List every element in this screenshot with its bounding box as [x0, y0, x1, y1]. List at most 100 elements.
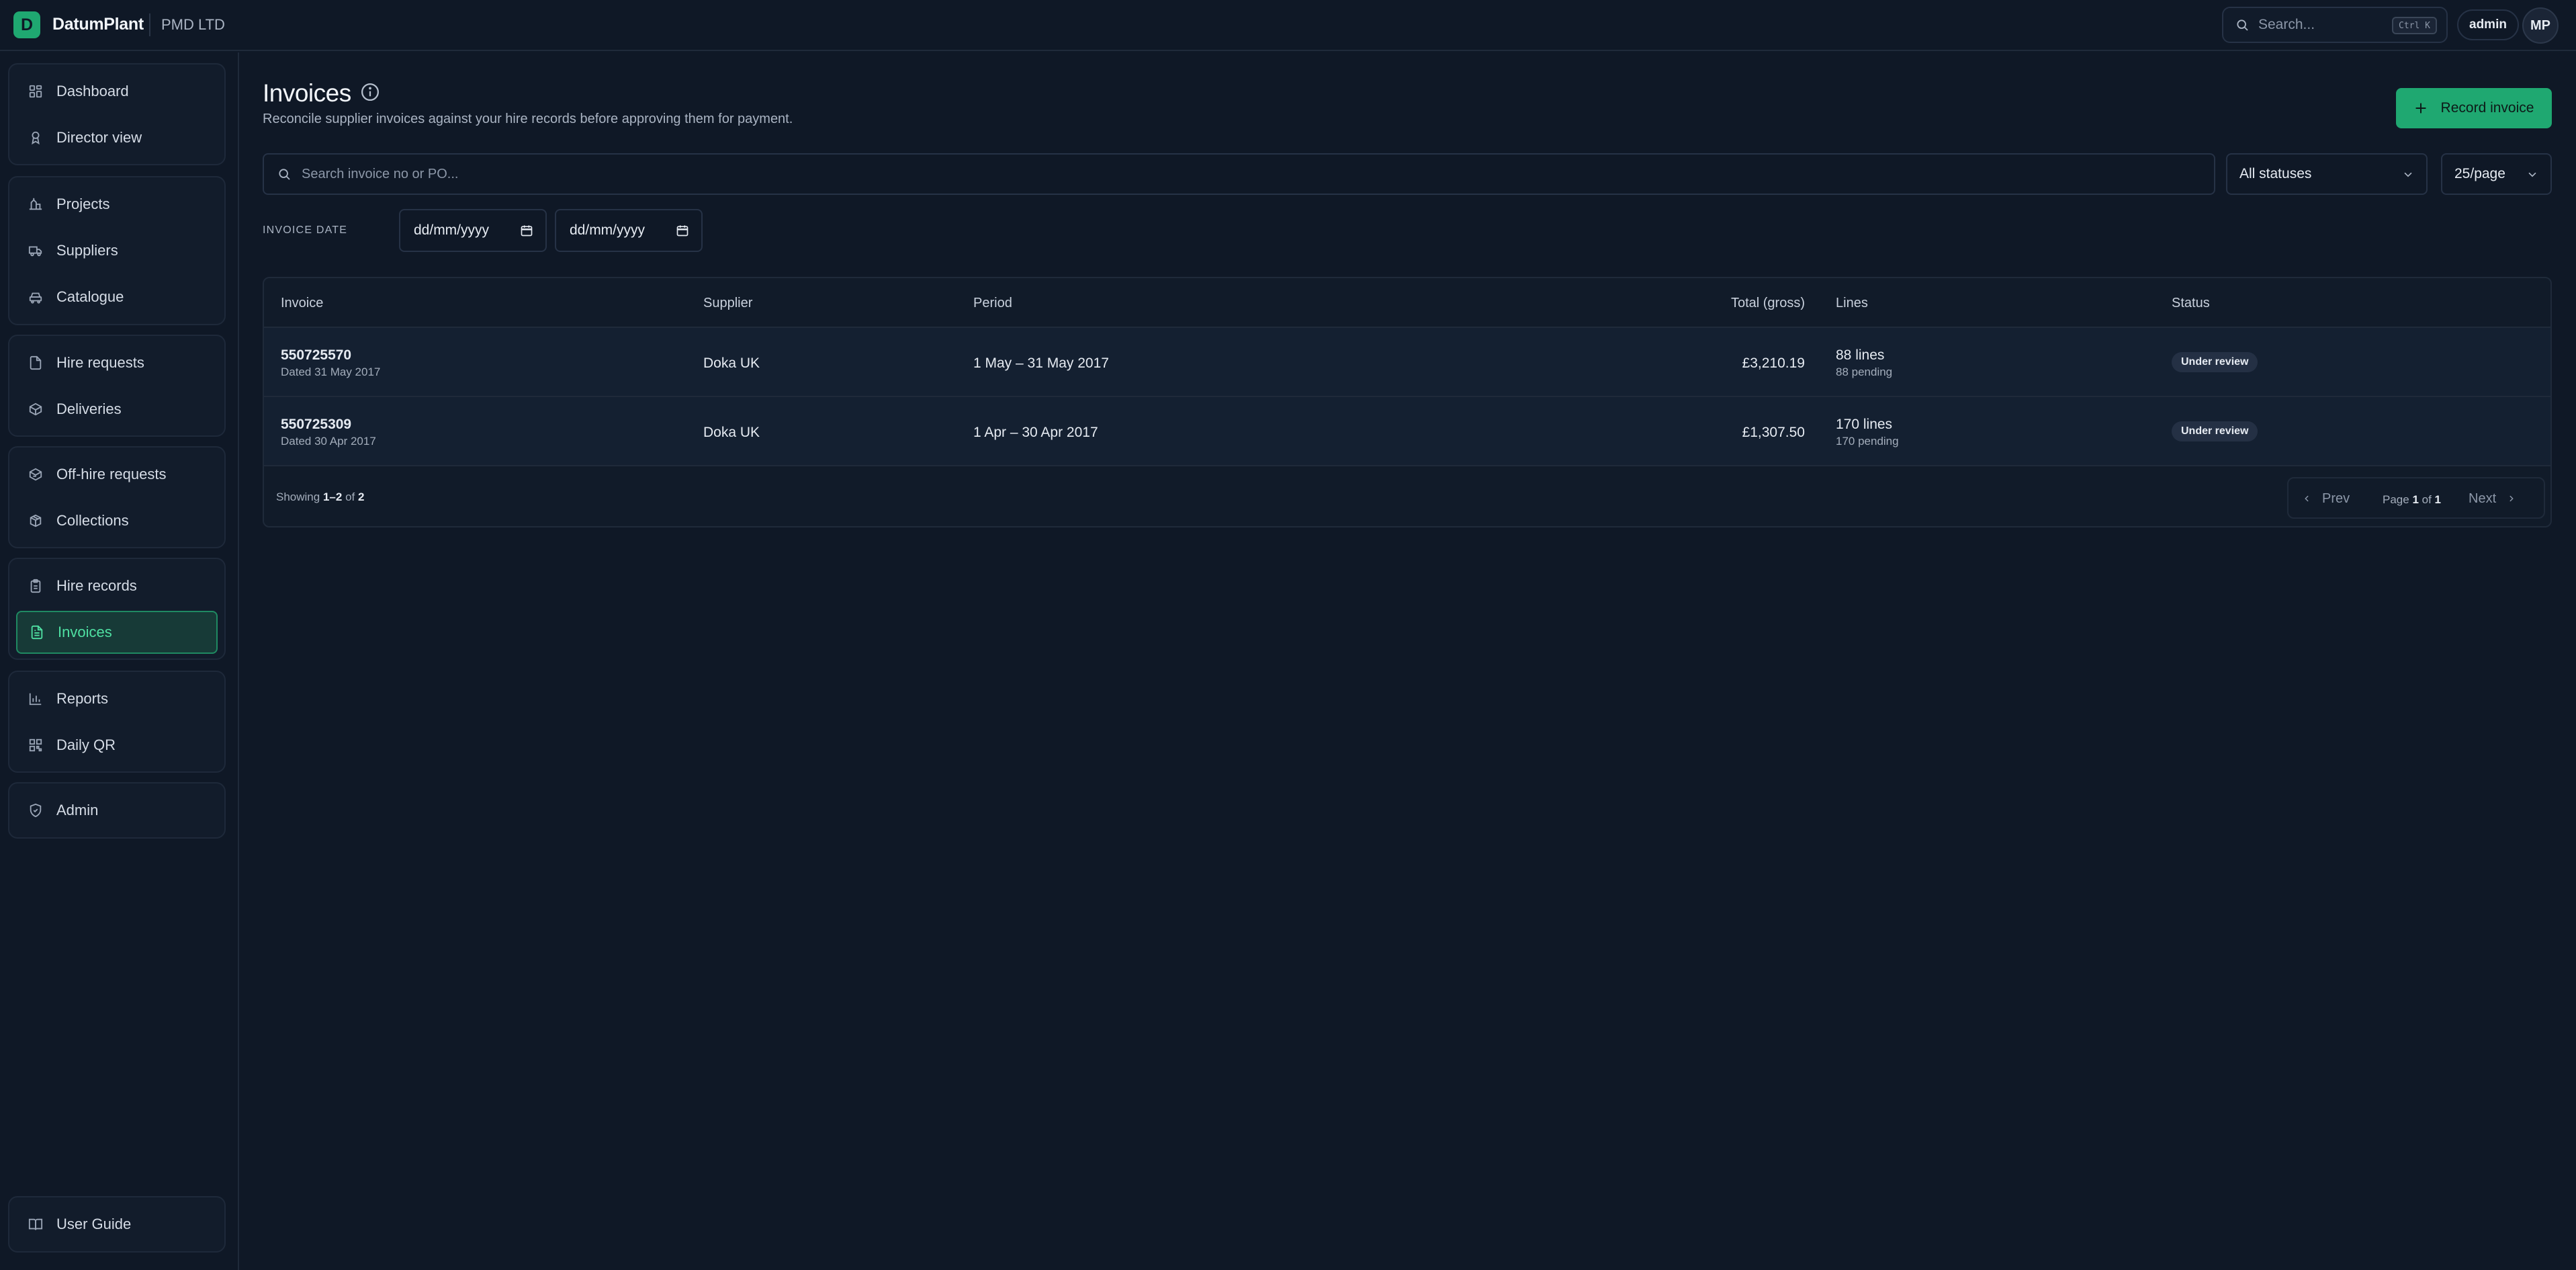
global-search-button[interactable]: Search... Ctrl K: [2222, 7, 2448, 43]
brand-logo[interactable]: D: [13, 11, 40, 38]
sidebar-item-admin[interactable]: Admin: [16, 789, 218, 832]
chevron-right-icon: [2510, 495, 2514, 502]
date-to-input[interactable]: dd/mm/yyyy: [555, 209, 703, 252]
qr-icon: [29, 738, 42, 752]
next-label: Next: [2469, 491, 2497, 506]
date-to-value: dd/mm/yyyy: [570, 222, 646, 238]
table-row[interactable]: 550725570 Dated 31 May 2017 Doka UK 1 Ma…: [264, 328, 2550, 397]
next-page-button[interactable]: Next: [2460, 485, 2524, 512]
sidebar-item-label: Hire records: [56, 577, 137, 594]
sidebar-item-catalogue[interactable]: Catalogue: [16, 276, 218, 319]
calendar-icon[interactable]: [676, 224, 689, 237]
sidebar-item-label: Daily QR: [56, 736, 116, 753]
page-size-select[interactable]: 25/page: [2441, 153, 2552, 195]
page-word: Page: [2383, 493, 2413, 506]
nav-group-overview: Dashboard Director view: [8, 63, 226, 165]
sidebar-item-hire-requests[interactable]: Hire requests: [16, 341, 218, 384]
sidebar-item-daily-qr[interactable]: Daily QR: [16, 724, 218, 767]
line-count: 170 lines: [1836, 417, 1893, 432]
invoice-search-input[interactable]: [302, 166, 2182, 182]
package-icon: [29, 403, 42, 416]
invoice-icon: [31, 625, 43, 640]
table-row[interactable]: 550725309 Dated 30 Apr 2017 Doka UK 1 Ap…: [264, 397, 2550, 466]
invoice-number[interactable]: 550725570: [281, 347, 351, 364]
sidebar-item-label: Director view: [56, 129, 142, 146]
sidebar-item-projects[interactable]: Projects: [16, 183, 218, 226]
line-count: 88 lines: [1836, 347, 1885, 363]
award-icon: [32, 131, 40, 145]
column-header-total[interactable]: Total (gross): [1671, 296, 1805, 311]
chevron-left-icon: [2305, 495, 2309, 502]
showing-of: of: [342, 491, 358, 503]
search-icon: [2237, 19, 2248, 31]
page-title: Invoices: [263, 79, 351, 107]
status-filter-select[interactable]: All statuses: [2226, 153, 2428, 195]
status-filter-value: All statuses: [2239, 166, 2312, 181]
prev-page-button[interactable]: Prev: [2294, 485, 2358, 512]
calendar-icon[interactable]: [520, 224, 533, 237]
boxes-icon: [30, 514, 42, 527]
top-bar: D DatumPlant PMD LTD Search... Ctrl K ad…: [0, 0, 2576, 51]
sidebar-item-invoices[interactable]: Invoices: [16, 611, 218, 654]
supplier-name: Doka UK: [703, 355, 760, 371]
file-icon: [30, 355, 42, 370]
invoice-search: [263, 153, 2215, 195]
brand-name[interactable]: DatumPlant: [52, 15, 144, 34]
invoice-date-label: INVOICE DATE: [263, 224, 348, 236]
column-header-period[interactable]: Period: [973, 296, 1012, 311]
pending-count: 170 pending: [1836, 435, 1899, 448]
nav-group-setup: Projects Suppliers Catalogue: [8, 176, 226, 325]
invoices-table: Invoice Supplier Period Total (gross) Li…: [263, 277, 2552, 527]
organisation-name: PMD LTD: [161, 16, 225, 33]
table-footer: Showing 1–2 of 2 Prev Page 1 of 1 Next: [264, 466, 2550, 526]
keyboard-shortcut: Ctrl K: [2392, 17, 2437, 34]
pending-count: 88 pending: [1836, 366, 1893, 378]
dashboard-icon: [29, 85, 42, 98]
sidebar-item-dashboard[interactable]: Dashboard: [16, 70, 218, 113]
sidebar-item-director-view[interactable]: Director view: [16, 116, 218, 159]
shield-icon: [30, 803, 42, 818]
record-invoice-button[interactable]: Record invoice: [2396, 88, 2552, 128]
date-from-input[interactable]: dd/mm/yyyy: [399, 209, 547, 252]
sidebar-item-label: Collections: [56, 512, 129, 529]
sidebar-item-user-guide[interactable]: User Guide: [16, 1203, 218, 1246]
avatar[interactable]: MP: [2522, 7, 2559, 44]
sidebar-item-label: Off-hire requests: [56, 466, 167, 482]
sidebar-item-reports[interactable]: Reports: [16, 677, 218, 720]
sidebar-item-collections[interactable]: Collections: [16, 499, 218, 542]
invoice-period: 1 Apr – 30 Apr 2017: [973, 425, 1098, 440]
page-current: 1: [2412, 493, 2419, 506]
sidebar-item-label: User Guide: [56, 1216, 132, 1232]
sidebar-item-deliveries[interactable]: Deliveries: [16, 388, 218, 431]
range-end: 2: [335, 491, 343, 503]
column-header-supplier[interactable]: Supplier: [703, 296, 752, 311]
invoice-number[interactable]: 550725309: [281, 417, 351, 433]
plus-icon: [2415, 103, 2426, 114]
invoice-total: £3,210.19: [1742, 355, 1805, 371]
nav-group-records: Hire records Invoices: [8, 558, 226, 660]
sidebar-item-hire-records[interactable]: Hire records: [16, 564, 218, 607]
clipboard-icon: [30, 579, 41, 593]
truck-icon: [28, 246, 42, 257]
sidebar-item-off-hire-requests[interactable]: Off-hire requests: [16, 453, 218, 496]
nav-group-help: User Guide: [8, 1196, 226, 1253]
info-icon[interactable]: [360, 82, 380, 102]
column-header-status[interactable]: Status: [2172, 296, 2210, 311]
date-from-value: dd/mm/yyyy: [414, 222, 490, 238]
table-header: Invoice Supplier Period Total (gross) Li…: [264, 278, 2550, 328]
showing-count: Showing 1–2 of 2: [276, 491, 364, 504]
status-badge: Under review: [2172, 421, 2258, 441]
column-header-invoice[interactable]: Invoice: [281, 296, 323, 311]
invoice-date: Dated 30 Apr 2017: [281, 435, 376, 448]
sidebar-item-label: Deliveries: [56, 400, 122, 417]
page-subtitle: Reconcile supplier invoices against your…: [263, 112, 793, 126]
chevron-down-icon: [2528, 172, 2536, 177]
column-header-lines[interactable]: Lines: [1836, 296, 1868, 311]
user-role-chip[interactable]: admin: [2457, 9, 2519, 40]
package-return-icon: [29, 468, 42, 481]
sidebar-item-suppliers[interactable]: Suppliers: [16, 229, 218, 272]
invoice-period: 1 May – 31 May 2017: [973, 355, 1109, 371]
sidebar-item-label: Admin: [56, 802, 99, 818]
projects-icon: [29, 198, 42, 210]
sidebar-item-label: Invoices: [58, 624, 112, 640]
